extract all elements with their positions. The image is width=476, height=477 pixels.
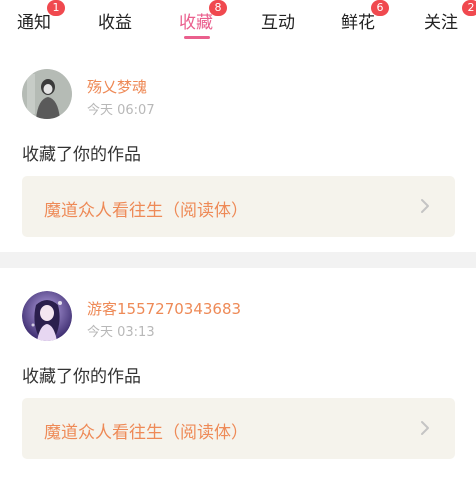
action-text: 收藏了你的作品 — [22, 367, 141, 387]
tab-follows[interactable]: 关注 2 — [424, 0, 476, 33]
work-link-card[interactable]: 魔道众人看往生（阅读体） — [22, 398, 455, 459]
tab-flowers[interactable]: 鲜花 6 — [341, 0, 389, 33]
tab-interactions[interactable]: 互动 — [261, 8, 295, 33]
user-avatar[interactable] — [22, 291, 72, 341]
action-text: 收藏了你的作品 — [22, 145, 141, 165]
tab-label: 关注 — [424, 13, 458, 33]
tab-label: 通知 — [17, 13, 51, 33]
chevron-right-icon — [421, 421, 429, 435]
section-divider — [0, 252, 476, 268]
flowers-badge: 6 — [371, 0, 389, 16]
timestamp: 今天 03:13 — [87, 325, 155, 340]
tab-earnings[interactable]: 收益 — [98, 8, 132, 33]
tab-label: 互动 — [261, 13, 295, 33]
active-tab-indicator — [184, 36, 210, 39]
tab-bar: 通知 1 收益 收藏 8 互动 鲜花 6 关注 2 — [0, 0, 476, 44]
work-title: 魔道众人看往生（阅读体） — [44, 423, 248, 443]
tab-favorites[interactable]: 收藏 8 — [179, 0, 227, 39]
username[interactable]: 游客1557270343683 — [87, 298, 241, 319]
follows-badge: 2 — [462, 0, 476, 16]
user-avatar[interactable] — [22, 69, 72, 119]
work-title: 魔道众人看往生（阅读体） — [44, 201, 248, 221]
favorites-badge: 8 — [209, 0, 227, 16]
notification-badge: 1 — [47, 0, 65, 16]
favorite-notification-item: 游客1557270343683 今天 03:13 收藏了你的作品 魔道众人看往生… — [0, 291, 476, 477]
work-link-card[interactable]: 魔道众人看往生（阅读体） — [22, 176, 455, 237]
tab-label: 收益 — [98, 13, 132, 33]
favorite-notification-item: 殇乂梦魂 今天 06:07 收藏了你的作品 魔道众人看往生（阅读体） — [0, 69, 476, 255]
timestamp: 今天 06:07 — [87, 103, 155, 118]
tab-label: 鲜花 — [341, 13, 375, 33]
tab-notifications[interactable]: 通知 1 — [17, 0, 65, 33]
chevron-right-icon — [421, 199, 429, 213]
tab-label: 收藏 — [179, 13, 213, 33]
username[interactable]: 殇乂梦魂 — [87, 76, 147, 97]
